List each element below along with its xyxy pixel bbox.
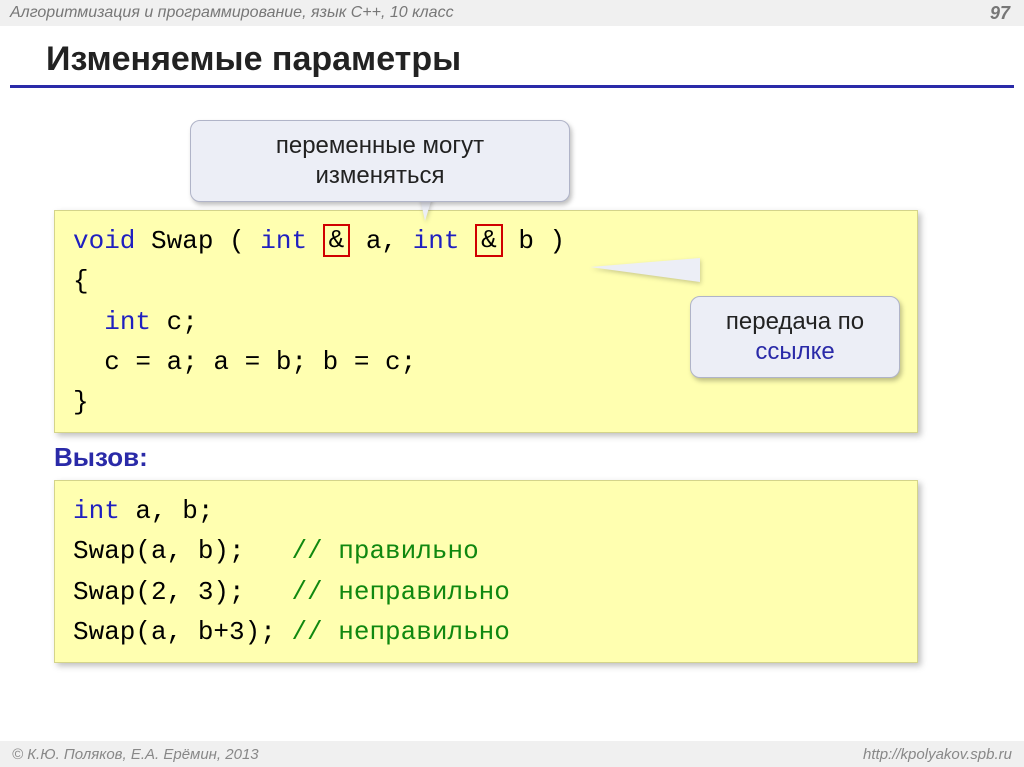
page-title: Изменяемые параметры <box>10 26 1014 88</box>
kw-int: int <box>413 226 460 256</box>
call-section-label: Вызов: <box>54 442 148 473</box>
footer-bar: © К.Ю. Поляков, Е.А. Ерёмин, 2013 http:/… <box>0 741 1024 767</box>
ref-ampersand-b: & <box>475 224 503 257</box>
code-body: c = a; a = b; b = c; <box>73 347 416 377</box>
callout-pass-by-ref: передача по ссылке <box>690 296 900 378</box>
kw-int: int <box>73 496 120 526</box>
page-number: 97 <box>990 3 1010 24</box>
course-title: Алгоритмизация и программирование, язык … <box>10 4 454 22</box>
comment-correct: // правильно <box>291 536 478 566</box>
kw-int: int <box>104 307 151 337</box>
callout-vars-can-change: переменные могут изменяться <box>190 120 570 202</box>
header-bar: Алгоритмизация и программирование, язык … <box>0 0 1024 26</box>
callout-line1: передача по <box>726 308 864 335</box>
comment-incorrect: // неправильно <box>291 577 509 607</box>
code-block-calls: int a, b; Swap(a, b); // правильно Swap(… <box>54 480 918 663</box>
kw-int: int <box>260 226 307 256</box>
callout-ref-word: ссылке <box>755 338 834 365</box>
kw-void: void <box>73 226 135 256</box>
comment-incorrect: // неправильно <box>291 617 509 647</box>
callout-tail <box>590 258 700 282</box>
code-text: Swap ( <box>135 226 260 256</box>
ref-ampersand-a: & <box>323 224 351 257</box>
copyright: © К.Ю. Поляков, Е.А. Ерёмин, 2013 <box>12 746 259 763</box>
footer-url: http://kpolyakov.spb.ru <box>863 746 1012 763</box>
